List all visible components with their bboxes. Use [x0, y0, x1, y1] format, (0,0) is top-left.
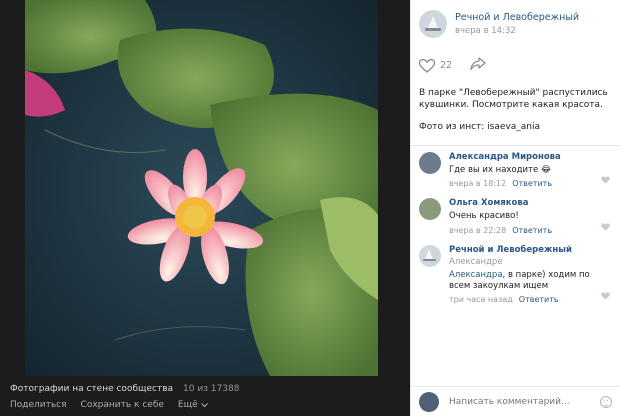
post-text: В парке "Левобережный" распустились кувш…	[411, 75, 620, 133]
post-time[interactable]: вчера в 14:32	[455, 26, 579, 36]
comment-author-link[interactable]: Речной и Левобережный	[449, 245, 612, 255]
comment-item: Александра Миронова Где вы их находите 😂…	[411, 146, 620, 192]
heart-icon	[419, 58, 435, 73]
viewer-footer: Фотографии на стене сообщества 10 из 173…	[10, 384, 400, 410]
mention-link[interactable]: Александра	[449, 270, 503, 280]
post-panel: Речной и Левобережный вчера в 14:32 22 В…	[410, 0, 620, 416]
comment-input[interactable]	[449, 396, 600, 407]
comment-composer	[411, 386, 620, 416]
post-actions: 22	[411, 42, 620, 75]
photo-image	[25, 0, 378, 376]
comment-like-heart-icon[interactable]	[601, 176, 610, 184]
comment-text: Очень красиво!	[449, 211, 519, 222]
reply-to-label: Александре	[449, 256, 503, 267]
share-link[interactable]: Поделиться	[10, 400, 67, 410]
reply-link[interactable]: Ответить	[512, 226, 552, 235]
more-label: Ещё	[177, 400, 198, 410]
post-text-line1: В парке "Левобережный" распустились	[419, 88, 608, 98]
smiley-icon[interactable]	[600, 395, 612, 408]
post-text-line2: кувшинки. Посмотрите какая красота.	[419, 100, 603, 111]
reply-link[interactable]: Ответить	[512, 179, 552, 188]
community-avatar[interactable]	[419, 244, 441, 267]
comment-like-heart-icon[interactable]	[601, 292, 610, 300]
share-arrow-icon	[470, 57, 486, 71]
save-link[interactable]: Сохранить к себе	[81, 400, 164, 410]
comment-time[interactable]: вчера в 18:12	[449, 179, 506, 188]
album-title-link[interactable]: Фотографии на стене сообщества	[10, 384, 173, 394]
comment-text: Александра, в парке) ходим по всем закоу…	[449, 270, 612, 292]
commenter-avatar[interactable]	[419, 152, 441, 175]
comment-item: Речной и Левобережный Александре Алексан…	[411, 239, 620, 308]
water-lily-photo[interactable]	[25, 0, 378, 376]
post-header: Речной и Левобережный вчера в 14:32	[411, 0, 620, 42]
like-count: 22	[440, 60, 453, 71]
comment-author-link[interactable]: Александра Миронова	[449, 152, 612, 162]
community-avatar[interactable]	[419, 10, 447, 38]
like-button[interactable]: 22	[419, 58, 453, 73]
photo-viewer: Фотографии на стене сообщества 10 из 173…	[0, 0, 410, 416]
comment-time[interactable]: вчера в 22:28	[449, 226, 506, 235]
post-text-line3: Фото из инст: isaeva_ania	[419, 122, 540, 133]
more-menu[interactable]: Ещё	[178, 400, 208, 410]
post-author-link[interactable]: Речной и Левобережный	[455, 12, 579, 23]
comment-text: Где вы их находите 😂	[449, 165, 551, 176]
comment-author-link[interactable]: Ольга Хомякова	[449, 198, 612, 208]
photo-counter: 10 из 17388	[183, 384, 240, 394]
share-button[interactable]	[470, 56, 486, 75]
chevron-down-icon	[200, 402, 208, 407]
reply-link[interactable]: Ответить	[519, 295, 559, 304]
commenter-avatar[interactable]	[419, 198, 441, 221]
comment-time[interactable]: три часа назад	[449, 295, 513, 304]
current-user-avatar[interactable]	[419, 391, 439, 412]
comment-like-heart-icon[interactable]	[601, 222, 610, 231]
comment-item: Ольга Хомякова Очень красиво! вчера в 22…	[411, 192, 620, 238]
